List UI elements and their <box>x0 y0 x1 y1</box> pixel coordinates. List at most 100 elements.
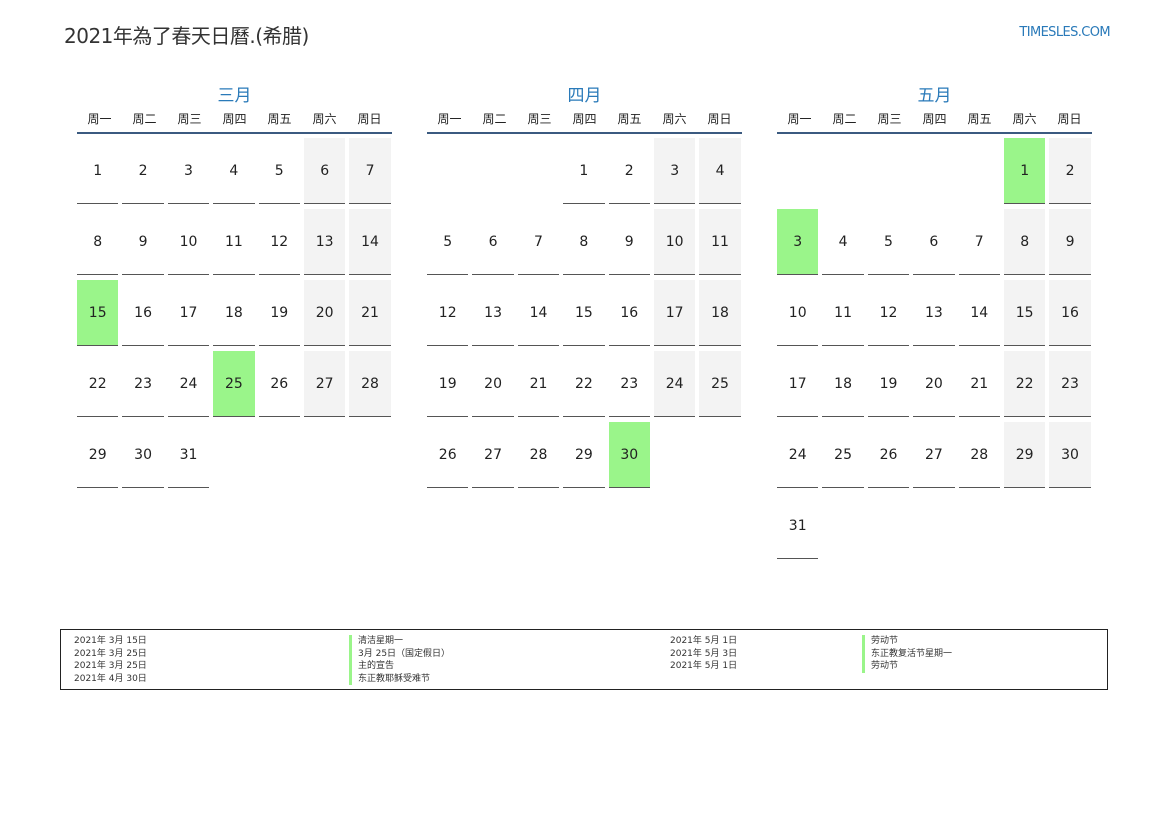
day-cell[interactable]: 4 <box>822 209 864 275</box>
legend-date: 2021年 5月 1日 <box>670 661 738 671</box>
day-cell[interactable]: 1 <box>563 138 605 204</box>
day-cell[interactable]: 21 <box>349 280 391 346</box>
day-cell[interactable]: 28 <box>958 422 1000 488</box>
day-cell[interactable]: 4 <box>699 138 741 204</box>
day-cell[interactable]: 13 <box>303 209 346 275</box>
day-cell[interactable]: 3 <box>167 138 210 204</box>
day-cell[interactable]: 10 <box>653 209 696 275</box>
day-cell[interactable]: 20 <box>472 351 514 417</box>
day-cell[interactable]: 8 <box>77 209 119 275</box>
day-cell[interactable]: 11 <box>822 280 864 346</box>
empty-cell <box>777 138 818 204</box>
day-cell[interactable]: 7 <box>517 209 560 275</box>
day-cell[interactable]: 29 <box>1003 422 1046 488</box>
day-cell[interactable]: 19 <box>258 280 300 346</box>
holiday-day-cell[interactable]: 3 <box>777 209 819 275</box>
day-cell[interactable]: 18 <box>699 280 741 346</box>
day-cell[interactable]: 5 <box>258 138 300 204</box>
day-cell[interactable]: 23 <box>1049 351 1091 417</box>
site-link[interactable]: TIMESLES.COM <box>1019 25 1110 40</box>
day-cell[interactable]: 27 <box>303 351 346 417</box>
day-cell[interactable]: 13 <box>913 280 955 346</box>
day-cell[interactable]: 11 <box>699 209 741 275</box>
day-cell[interactable]: 24 <box>777 422 819 488</box>
day-cell[interactable]: 25 <box>822 422 864 488</box>
day-cell[interactable]: 5 <box>427 209 469 275</box>
day-cell[interactable]: 19 <box>867 351 910 417</box>
day-cell[interactable]: 27 <box>913 422 955 488</box>
day-cell[interactable]: 20 <box>913 351 955 417</box>
day-cell[interactable]: 5 <box>867 209 910 275</box>
day-cell[interactable]: 24 <box>167 351 210 417</box>
day-cell[interactable]: 30 <box>1049 422 1091 488</box>
day-cell[interactable]: 12 <box>867 280 910 346</box>
day-cell[interactable]: 14 <box>349 209 391 275</box>
day-cell[interactable]: 18 <box>822 351 864 417</box>
day-cell[interactable]: 13 <box>472 280 514 346</box>
day-cell[interactable]: 12 <box>258 209 300 275</box>
day-cell[interactable]: 1 <box>77 138 119 204</box>
holiday-day-cell[interactable]: 25 <box>213 351 255 417</box>
day-cell[interactable]: 6 <box>913 209 955 275</box>
day-cell[interactable]: 8 <box>1003 209 1046 275</box>
holiday-day-cell[interactable]: 15 <box>77 280 119 346</box>
day-cell[interactable]: 28 <box>349 351 391 417</box>
day-cell[interactable]: 23 <box>608 351 650 417</box>
day-cell[interactable]: 26 <box>258 351 300 417</box>
day-cell[interactable]: 26 <box>867 422 910 488</box>
day-cell[interactable]: 15 <box>563 280 605 346</box>
day-cell[interactable]: 18 <box>213 280 255 346</box>
day-cell[interactable]: 26 <box>427 422 469 488</box>
day-cell[interactable]: 21 <box>958 351 1000 417</box>
day-cell[interactable]: 2 <box>608 138 650 204</box>
day-cell[interactable]: 30 <box>122 422 164 488</box>
legend-holiday-name: 劳动节 <box>862 635 898 648</box>
day-cell[interactable]: 20 <box>303 280 346 346</box>
day-cell[interactable]: 4 <box>213 138 255 204</box>
day-cell[interactable]: 17 <box>653 280 696 346</box>
weekday-label: 周一 <box>787 112 812 126</box>
page-title: 2021年為了春天日曆.(希腊) <box>64 24 309 48</box>
holiday-day-cell[interactable]: 1 <box>1003 138 1046 204</box>
day-cell[interactable]: 2 <box>122 138 164 204</box>
empty-cell <box>472 138 513 204</box>
day-cell[interactable]: 31 <box>777 493 819 559</box>
day-cell[interactable]: 6 <box>303 138 346 204</box>
day-cell[interactable]: 10 <box>167 209 210 275</box>
day-cell[interactable]: 23 <box>122 351 164 417</box>
day-cell[interactable]: 8 <box>563 209 605 275</box>
day-cell[interactable]: 27 <box>472 422 514 488</box>
day-cell[interactable]: 22 <box>563 351 605 417</box>
holiday-day-cell[interactable]: 30 <box>608 422 650 488</box>
day-cell[interactable]: 6 <box>472 209 514 275</box>
day-cell[interactable]: 31 <box>167 422 210 488</box>
day-cell[interactable]: 10 <box>777 280 819 346</box>
day-cell[interactable]: 9 <box>1049 209 1091 275</box>
weekday-label: 周三 <box>527 112 552 126</box>
day-cell[interactable]: 9 <box>122 209 164 275</box>
day-cell[interactable]: 24 <box>653 351 696 417</box>
day-cell[interactable]: 28 <box>517 422 560 488</box>
day-cell[interactable]: 29 <box>77 422 119 488</box>
day-cell[interactable]: 7 <box>958 209 1000 275</box>
day-cell[interactable]: 19 <box>427 351 469 417</box>
day-cell[interactable]: 9 <box>608 209 650 275</box>
day-cell[interactable]: 2 <box>1049 138 1091 204</box>
day-cell[interactable]: 14 <box>517 280 560 346</box>
day-cell[interactable]: 16 <box>1049 280 1091 346</box>
day-cell[interactable]: 17 <box>167 280 210 346</box>
day-cell[interactable]: 17 <box>777 351 819 417</box>
day-cell[interactable]: 7 <box>349 138 391 204</box>
day-cell[interactable]: 11 <box>213 209 255 275</box>
day-cell[interactable]: 22 <box>77 351 119 417</box>
day-cell[interactable]: 25 <box>699 351 741 417</box>
day-cell[interactable]: 16 <box>608 280 650 346</box>
day-cell[interactable]: 14 <box>958 280 1000 346</box>
day-cell[interactable]: 12 <box>427 280 469 346</box>
day-cell[interactable]: 3 <box>653 138 696 204</box>
day-cell[interactable]: 21 <box>517 351 560 417</box>
day-cell[interactable]: 29 <box>563 422 605 488</box>
day-cell[interactable]: 15 <box>1003 280 1046 346</box>
day-cell[interactable]: 16 <box>122 280 164 346</box>
day-cell[interactable]: 22 <box>1003 351 1046 417</box>
